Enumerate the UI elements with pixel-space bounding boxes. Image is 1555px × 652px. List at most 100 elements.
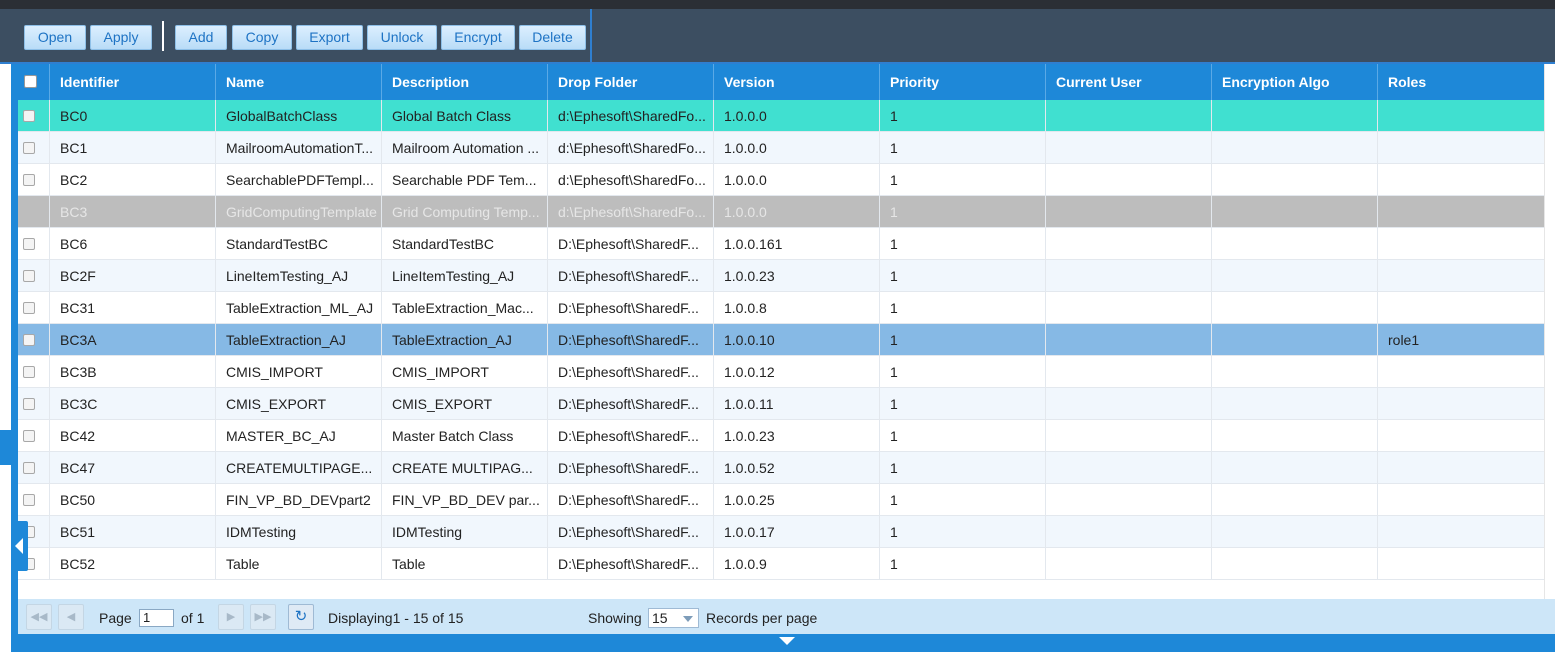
cell-description: CREATE MULTIPAG... <box>382 452 548 484</box>
table-row[interactable]: BC51 IDMTesting IDMTesting D:\Ephesoft\Shar… <box>18 516 1544 548</box>
cell-name: IDMTesting <box>216 516 382 548</box>
refresh-icon[interactable]: ↻ <box>288 604 314 630</box>
column-header-encryption-algo[interactable]: Encryption Algo <box>1212 64 1378 100</box>
cell-description: Table <box>382 548 548 580</box>
cell-identifier: BC50 <box>50 484 216 516</box>
column-header-description[interactable]: Description <box>382 64 548 100</box>
header-select-all <box>18 64 50 100</box>
column-header-drop-folder[interactable]: Drop Folder <box>548 64 714 100</box>
table-row[interactable]: BC42 MASTER_BC_AJ Master Batch Class D:\Eph… <box>18 420 1544 452</box>
grid-header: Identifier Name Description Drop Folder … <box>18 64 1544 100</box>
cell-identifier: BC0 <box>50 100 216 132</box>
column-header-identifier[interactable]: Identifier <box>50 64 216 100</box>
cell-encryption-algo <box>1212 292 1378 324</box>
batch-class-management-screen: Open Apply Add Copy Export Unlock Encryp… <box>0 0 1555 652</box>
collapse-left-button[interactable] <box>11 521 28 571</box>
table-row[interactable]: BC3A TableExtraction_AJ TableExtraction_AJ… <box>18 324 1544 356</box>
row-checkbox[interactable] <box>23 302 35 314</box>
table-row[interactable]: BC52 Table Table D:\Ephesoft\SharedF... 1.0.… <box>18 548 1544 580</box>
column-header-version[interactable]: Version <box>714 64 880 100</box>
row-checkbox[interactable] <box>23 430 35 442</box>
pagination-bar: ◀◀ ◀ Page 1 of 1 ▶ ▶▶ ↻ Displaying1 - 15… <box>18 599 1555 634</box>
cell-name: CREATEMULTIPAGE... <box>216 452 382 484</box>
row-checkbox[interactable] <box>23 142 35 154</box>
copy-button[interactable]: Copy <box>232 25 292 50</box>
cell-description: TableExtraction_AJ <box>382 324 548 356</box>
column-header-current-user[interactable]: Current User <box>1046 64 1212 100</box>
table-row[interactable]: BC3 GridComputingTemplate Grid Computing T… <box>18 196 1544 228</box>
cell-current-user <box>1046 452 1212 484</box>
cell-version: 1.0.0.23 <box>714 420 880 452</box>
column-header-roles[interactable]: Roles <box>1378 64 1544 100</box>
delete-button[interactable]: Delete <box>519 25 586 50</box>
row-checkbox[interactable] <box>23 334 35 346</box>
cell-drop-folder: d:\Ephesoft\SharedFo... <box>548 164 714 196</box>
next-page-icon[interactable]: ▶ <box>218 604 244 630</box>
cell-encryption-algo <box>1212 420 1378 452</box>
cell-encryption-algo <box>1212 452 1378 484</box>
row-checkbox[interactable] <box>23 398 35 410</box>
row-checkbox[interactable] <box>23 494 35 506</box>
first-page-icon[interactable]: ◀◀ <box>26 604 52 630</box>
row-checkbox[interactable] <box>23 270 35 282</box>
column-header-name[interactable]: Name <box>216 64 382 100</box>
cell-description: TableExtraction_Mac... <box>382 292 548 324</box>
cell-roles <box>1378 132 1544 164</box>
row-checkbox[interactable] <box>23 110 35 122</box>
cell-name: TableExtraction_ML_AJ <box>216 292 382 324</box>
row-checkbox[interactable] <box>23 366 35 378</box>
page-size-select[interactable]: 15 <box>648 608 699 628</box>
last-page-icon[interactable]: ▶▶ <box>250 604 276 630</box>
table-row[interactable]: BC31 TableExtraction_ML_AJ TableExtraction… <box>18 292 1544 324</box>
left-panel-tab[interactable] <box>0 430 11 465</box>
cell-identifier: BC52 <box>50 548 216 580</box>
cell-roles <box>1378 100 1544 132</box>
collapse-down-button[interactable] <box>756 634 818 648</box>
table-row[interactable]: BC3B CMIS_IMPORT CMIS_IMPORT D:\Ephesoft\Sh… <box>18 356 1544 388</box>
table-row[interactable]: BC50 FIN_VP_BD_DEVpart2 FIN_VP_BD_DEV par.… <box>18 484 1544 516</box>
cell-roles <box>1378 228 1544 260</box>
row-select-cell <box>18 292 50 324</box>
table-row[interactable]: BC0 GlobalBatchClass Global Batch Class d:\… <box>18 100 1544 132</box>
cell-encryption-algo <box>1212 388 1378 420</box>
add-button[interactable]: Add <box>175 25 227 50</box>
cell-version: 1.0.0.0 <box>714 196 880 228</box>
table-row[interactable]: BC3C CMIS_EXPORT CMIS_EXPORT D:\Ephesoft\Sh… <box>18 388 1544 420</box>
cell-name: FIN_VP_BD_DEVpart2 <box>216 484 382 516</box>
cell-priority: 1 <box>880 164 1046 196</box>
cell-version: 1.0.0.8 <box>714 292 880 324</box>
cell-encryption-algo <box>1212 164 1378 196</box>
unlock-button[interactable]: Unlock <box>367 25 437 50</box>
page-number-input[interactable]: 1 <box>139 609 174 627</box>
table-row[interactable]: BC6 StandardTestBC StandardTestBC D:\Epheso… <box>18 228 1544 260</box>
cell-current-user <box>1046 228 1212 260</box>
table-row[interactable]: BC1 MailroomAutomationT... Mailroom Automa… <box>18 132 1544 164</box>
cell-version: 1.0.0.0 <box>714 132 880 164</box>
apply-button[interactable]: Apply <box>90 25 152 50</box>
cell-name: MailroomAutomationT... <box>216 132 382 164</box>
prev-page-icon[interactable]: ◀ <box>58 604 84 630</box>
table-row[interactable]: BC2F LineItemTesting_AJ LineItemTesting_AJ… <box>18 260 1544 292</box>
cell-description: Global Batch Class <box>382 100 548 132</box>
cell-description: Grid Computing Temp... <box>382 196 548 228</box>
cell-roles <box>1378 484 1544 516</box>
row-checkbox[interactable] <box>23 462 35 474</box>
cell-drop-folder: D:\Ephesoft\SharedF... <box>548 292 714 324</box>
cell-identifier: BC3B <box>50 356 216 388</box>
cell-encryption-algo <box>1212 100 1378 132</box>
cell-name: CMIS_EXPORT <box>216 388 382 420</box>
cell-name: CMIS_IMPORT <box>216 356 382 388</box>
select-all-checkbox[interactable] <box>24 75 37 88</box>
vertical-scrollbar[interactable] <box>1544 64 1555 652</box>
encrypt-button[interactable]: Encrypt <box>441 25 515 50</box>
cell-name: SearchablePDFTempl... <box>216 164 382 196</box>
cell-version: 1.0.0.10 <box>714 324 880 356</box>
table-row[interactable]: BC2 SearchablePDFTempl... Searchable PDF T… <box>18 164 1544 196</box>
cell-current-user <box>1046 260 1212 292</box>
row-checkbox[interactable] <box>23 238 35 250</box>
open-button[interactable]: Open <box>24 25 86 50</box>
column-header-priority[interactable]: Priority <box>880 64 1046 100</box>
row-checkbox[interactable] <box>23 174 35 186</box>
export-button[interactable]: Export <box>296 25 363 50</box>
table-row[interactable]: BC47 CREATEMULTIPAGE... CREATE MULTIPAG...… <box>18 452 1544 484</box>
